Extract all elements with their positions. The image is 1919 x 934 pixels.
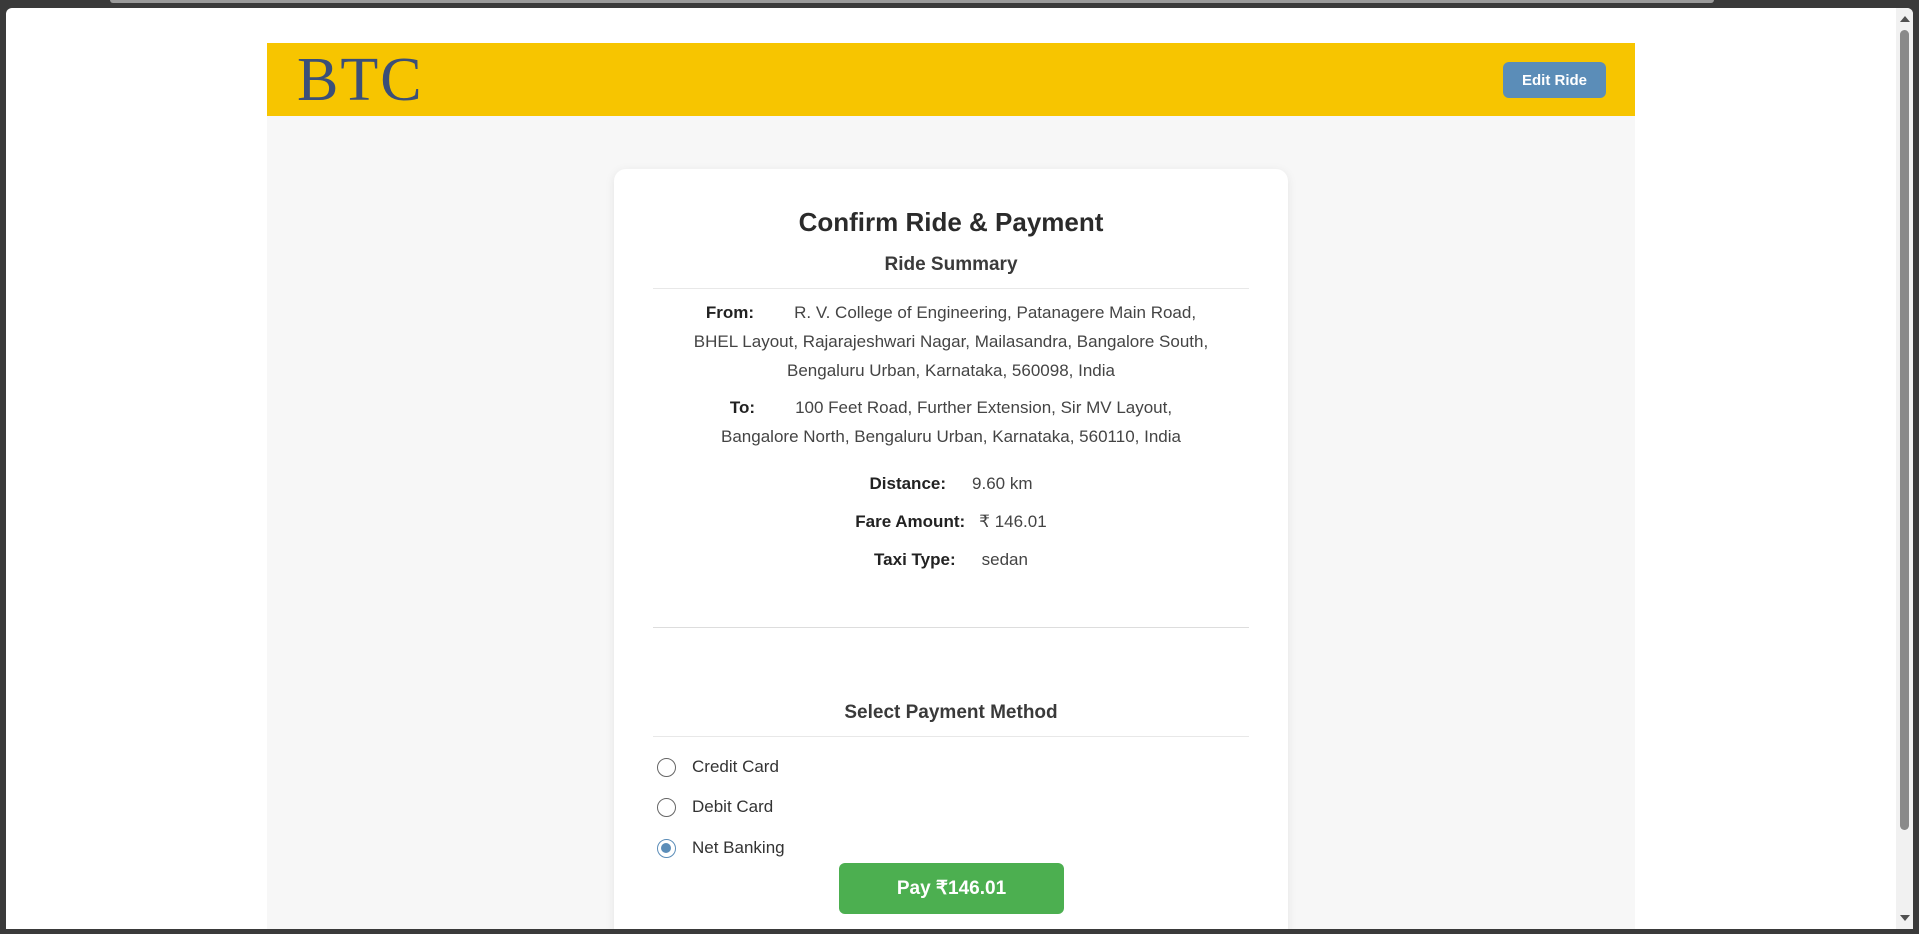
page-container: BTC Edit Ride Confirm Ride & Payment Rid… xyxy=(267,43,1635,929)
taxi-type-value: sedan xyxy=(981,550,1028,569)
page-title: Confirm Ride & Payment xyxy=(798,207,1104,237)
scroll-up-icon[interactable] xyxy=(1900,16,1910,22)
credit-card-radio[interactable] xyxy=(657,757,676,777)
browser-viewport: BTC Edit Ride Confirm Ride & Payment Rid… xyxy=(6,8,1913,929)
distance-label: Distance: xyxy=(869,474,947,493)
from-value-line3: Bengaluru Urban, Karnataka, 560098, Indi… xyxy=(787,361,1115,380)
ride-summary-title: Ride Summary xyxy=(653,254,1249,289)
debit-card-radio[interactable] xyxy=(657,797,676,817)
from-value-line2: BHEL Layout, Rajarajeshwari Nagar, Maila… xyxy=(693,332,1209,351)
distance-row: Distance: 9.60 km xyxy=(653,469,1249,498)
vertical-scrollbar[interactable] xyxy=(1896,8,1913,929)
to-value-line2: Bangalore North, Bengaluru Urban, Karnat… xyxy=(721,427,1181,446)
taxi-type-row: Taxi Type: sedan xyxy=(653,545,1249,574)
from-value-line1: R. V. College of Engineering, Patanagere… xyxy=(794,303,1197,322)
pay-button[interactable]: Pay ₹146.01 xyxy=(839,863,1064,914)
distance-value: 9.60 km xyxy=(972,474,1033,493)
window-top-strip xyxy=(110,0,1714,3)
to-value-line1: 100 Feet Road, Further Extension, Sir MV… xyxy=(795,398,1173,417)
from-label: From: xyxy=(705,303,755,322)
fare-label: Fare Amount: xyxy=(855,512,966,531)
section-divider xyxy=(653,627,1249,628)
to-row: To: 100 Feet Road, Further Extension, Sir… xyxy=(653,393,1249,451)
scroll-thumb[interactable] xyxy=(1900,30,1909,830)
btc-logo[interactable]: BTC xyxy=(297,49,424,111)
fare-value: ₹ 146.01 xyxy=(979,512,1047,531)
payment-option-credit-card[interactable]: Credit Card xyxy=(657,754,779,780)
net-banking-radio[interactable] xyxy=(657,838,676,858)
confirm-ride-card: Confirm Ride & Payment Ride Summary From… xyxy=(614,169,1288,929)
scroll-down-icon[interactable] xyxy=(1900,915,1910,921)
to-label: To: xyxy=(729,398,756,417)
payment-option-debit-card[interactable]: Debit Card xyxy=(657,794,773,820)
payment-method-title: Select Payment Method xyxy=(653,702,1249,737)
payment-option-net-banking[interactable]: Net Banking xyxy=(657,835,785,861)
debit-card-label[interactable]: Debit Card xyxy=(692,797,773,817)
credit-card-label[interactable]: Credit Card xyxy=(692,757,779,777)
taxi-type-label: Taxi Type: xyxy=(874,550,956,569)
from-row: From: R. V. College of Engineering, Patan… xyxy=(653,298,1249,385)
edit-ride-button[interactable]: Edit Ride xyxy=(1503,62,1606,98)
net-banking-label[interactable]: Net Banking xyxy=(692,838,785,858)
header-bar: BTC Edit Ride xyxy=(267,43,1635,116)
fare-row: Fare Amount: ₹ 146.01 xyxy=(653,507,1249,536)
